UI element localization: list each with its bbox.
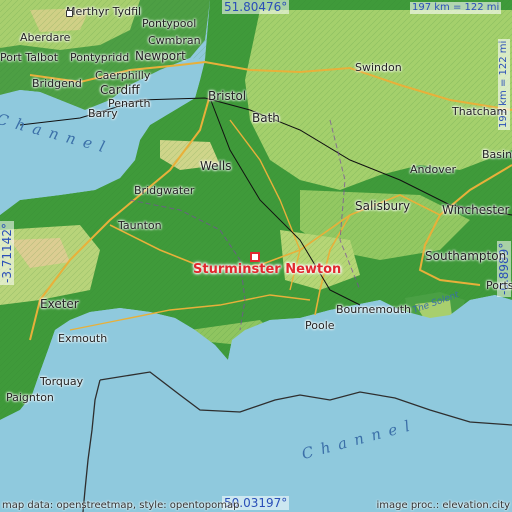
place-poole[interactable]: Poole [305, 320, 335, 332]
place-bath[interactable]: Bath [252, 112, 280, 124]
place-exeter[interactable]: Exeter [40, 298, 79, 310]
place-bridgwater[interactable]: Bridgwater [134, 185, 194, 197]
coord-left: -3.71142° [0, 221, 14, 285]
place-bridgend[interactable]: Bridgend [32, 78, 82, 90]
place-basingstoke[interactable]: Basingstoke [482, 149, 512, 161]
place-caerphilly[interactable]: Caerphilly [95, 70, 150, 82]
place-pontypool[interactable]: Pontypool [142, 18, 196, 30]
scale-top: 197 km = 122 mi [410, 2, 502, 14]
place-barry[interactable]: Barry [88, 108, 118, 120]
place-swindon[interactable]: Swindon [355, 62, 402, 74]
place-newport[interactable]: Newport [135, 50, 186, 62]
place-portsmouth[interactable]: Portsmouth [486, 280, 512, 292]
place-andover[interactable]: Andover [410, 164, 456, 176]
place-pontypridd[interactable]: Pontypridd [70, 52, 129, 64]
credit-map-data: map data: openstreetmap, style: opentopo… [2, 500, 240, 511]
highlight-label[interactable]: Sturminster Newton [193, 262, 341, 277]
place-taunton[interactable]: Taunton [118, 220, 162, 232]
place-southampton[interactable]: Southampton [425, 250, 506, 262]
topographic-map[interactable]: 51.80476° 50.03197° -3.71142° -0.8989° 1… [0, 0, 512, 512]
place-port-talbot[interactable]: Port Talbot [0, 52, 58, 64]
place-cwmbran[interactable]: Cwmbran [148, 35, 201, 47]
english-channel [0, 295, 512, 512]
place-marker [66, 10, 73, 17]
place-merthyr-tydfil[interactable]: Merthyr Tydfil [66, 6, 141, 18]
credit-image-proc: image proc.: elevation.city [376, 500, 511, 511]
highlight-marker[interactable] [250, 252, 260, 262]
place-aberdare[interactable]: Aberdare [20, 32, 70, 44]
place-bournemouth[interactable]: Bournemouth [336, 304, 411, 316]
place-wells[interactable]: Wells [200, 160, 231, 172]
place-winchester[interactable]: Winchester [442, 204, 509, 216]
place-salisbury[interactable]: Salisbury [355, 200, 410, 212]
place-thatcham[interactable]: Thatcham [452, 106, 507, 118]
place-torquay[interactable]: Torquay [40, 376, 83, 388]
place-bristol[interactable]: Bristol [208, 90, 246, 102]
place-cardiff[interactable]: Cardiff [100, 84, 140, 96]
coord-top: 51.80476° [222, 0, 290, 14]
place-paignton[interactable]: Paignton [6, 392, 54, 404]
place-exmouth[interactable]: Exmouth [58, 333, 107, 345]
